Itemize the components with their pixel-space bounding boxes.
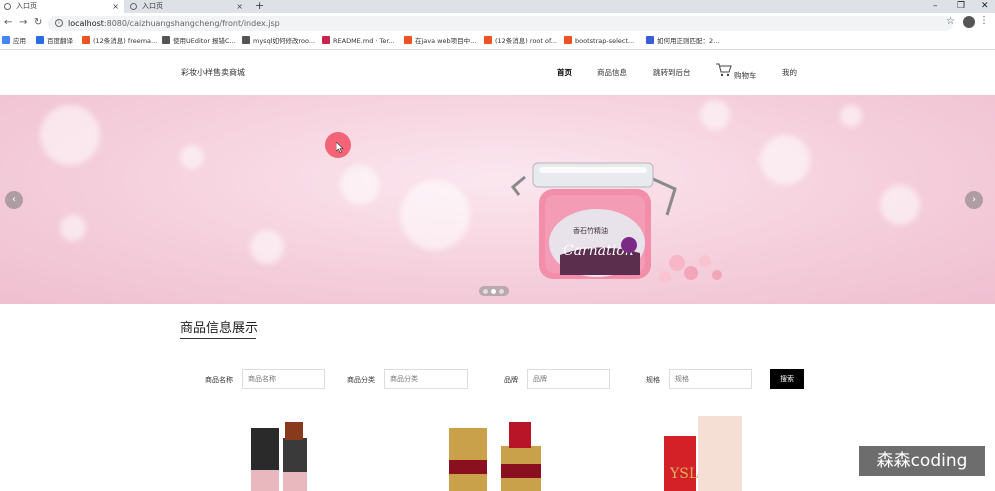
nav-cart[interactable]: 购物车	[734, 70, 757, 81]
address-bar-row: ← → ↻ i localhost:8080/caizhuangshangche…	[0, 13, 995, 33]
bookmark-favicon-icon	[82, 36, 90, 44]
product-category-input[interactable]	[384, 369, 468, 389]
browser-tab-active[interactable]: 入口页 ×	[0, 0, 124, 13]
bookmark-label: (12条消息) root of...	[495, 37, 557, 45]
product-name-input[interactable]	[242, 369, 325, 389]
mouse-pointer-icon	[336, 142, 344, 153]
url-path: :8080/caizhuangshangcheng/front/index.js…	[103, 19, 280, 28]
globe-icon	[4, 3, 11, 10]
cart-icon[interactable]	[716, 63, 732, 77]
carousel-dot[interactable]	[483, 289, 488, 294]
url-input[interactable]: i localhost:8080/caizhuangshangcheng/fro…	[48, 16, 953, 31]
site-logo[interactable]: 彩妆小样售卖商城	[181, 67, 245, 78]
bookmarks-bar: 应用 百度翻译 (12条消息) freema... 使用UEditor 报错C... m…	[0, 33, 995, 50]
carousel-next-button[interactable]: ›	[965, 191, 983, 209]
video-watermark: 森森coding	[859, 446, 985, 476]
bookmark-item[interactable]: 在java web项目中...	[404, 36, 476, 47]
brand-label: 品牌	[504, 376, 518, 384]
banner-product-text: 香石竹精油	[573, 226, 608, 235]
site-header: 彩妆小样售卖商城 首页 商品信息 跳转到后台 购物车 我的	[0, 51, 995, 95]
product-category-label: 商品分类	[347, 376, 375, 384]
product-image-lipstick-1[interactable]	[245, 410, 315, 491]
bookmark-item[interactable]: 如何用正则匹配：2...	[646, 36, 719, 47]
section-title-underline	[180, 338, 256, 339]
maximize-button[interactable]: ❐	[957, 0, 965, 12]
svg-text:YSL: YSL	[669, 466, 698, 482]
brand-input[interactable]	[527, 369, 610, 389]
product-image-lipstick-2[interactable]	[445, 410, 545, 491]
bookmark-favicon-icon	[322, 36, 330, 44]
bookmark-label: 如何用正则匹配：2...	[657, 37, 720, 45]
new-tab-button[interactable]: +	[255, 0, 264, 12]
spec-label: 规格	[646, 376, 660, 384]
browser-menu-icon[interactable]: ⋮	[979, 15, 989, 26]
carousel-prev-button[interactable]: ‹	[5, 191, 23, 209]
bookmark-favicon-icon	[646, 36, 654, 44]
bookmark-favicon-icon	[162, 36, 170, 44]
bookmark-label: 在java web项目中...	[415, 37, 477, 45]
bookmark-item[interactable]: 应用	[2, 36, 26, 47]
info-icon[interactable]: i	[55, 19, 63, 27]
bookmark-item[interactable]: (12条消息) freema...	[82, 36, 157, 47]
bookmark-favicon-icon	[2, 36, 10, 44]
close-tab-icon[interactable]: ×	[236, 0, 243, 13]
carousel-dot[interactable]	[499, 289, 504, 294]
close-window-button[interactable]: ✕	[981, 0, 989, 12]
bookmark-label: 百度翻译	[47, 37, 73, 45]
url-host: localhost	[68, 19, 104, 28]
bookmark-item[interactable]: (12条消息) root of...	[484, 36, 557, 47]
bookmark-item[interactable]: bootstrap-select...	[564, 36, 634, 47]
bookmark-label: 使用UEditor 报错C...	[173, 37, 236, 45]
bookmark-label: README.md · Ter...	[333, 37, 395, 45]
profile-avatar[interactable]	[963, 16, 975, 28]
reload-button[interactable]: ↻	[34, 16, 42, 30]
bookmark-label: mysql如何修改roo...	[253, 37, 316, 45]
spec-input[interactable]	[669, 369, 752, 389]
bookmark-item[interactable]: 使用UEditor 报错C...	[162, 36, 236, 47]
globe-icon	[130, 3, 137, 10]
bookmark-favicon-icon	[484, 36, 492, 44]
bookmark-favicon-icon	[564, 36, 572, 44]
nav-products[interactable]: 商品信息	[597, 67, 627, 78]
bookmark-favicon-icon	[36, 36, 44, 44]
product-name-label: 商品名称	[205, 376, 233, 384]
carousel-dot-active[interactable]	[491, 289, 496, 294]
browser-tab-bar: 入口页 × 入口页 × + – ❐ ✕	[0, 0, 995, 13]
bookmark-favicon-icon	[404, 36, 412, 44]
nav-admin[interactable]: 跳转到后台	[653, 67, 691, 78]
back-button[interactable]: ←	[4, 16, 12, 30]
product-image-lipstick-3[interactable]: YSL	[662, 410, 742, 491]
nav-my[interactable]: 我的	[782, 67, 797, 78]
forward-button[interactable]: →	[19, 16, 27, 30]
bookmark-item[interactable]: 百度翻译	[36, 36, 73, 47]
tab-title: 入口页	[16, 2, 37, 10]
section-title: 商品信息展示	[180, 321, 259, 336]
bookmark-favicon-icon	[242, 36, 250, 44]
banner-product-image: 香石竹精油 Carnation	[510, 162, 722, 283]
bookmark-label: 应用	[13, 37, 26, 45]
bookmark-item[interactable]: README.md · Ter...	[322, 36, 395, 47]
bookmark-star-icon[interactable]: ☆	[946, 16, 955, 27]
tab-title: 入口页	[142, 2, 163, 10]
nav-home[interactable]: 首页	[557, 67, 572, 78]
carousel-indicators	[479, 286, 509, 296]
banner-carousel[interactable]: 香石竹精油 Carnation ‹ ›	[0, 95, 995, 304]
bookmark-label: bootstrap-select...	[575, 37, 635, 45]
bookmark-item[interactable]: mysql如何修改roo...	[242, 36, 315, 47]
minimize-button[interactable]: –	[933, 0, 938, 12]
browser-tab[interactable]: 入口页 ×	[126, 0, 248, 13]
search-button[interactable]: 搜索	[770, 369, 804, 389]
close-tab-icon[interactable]: ×	[112, 0, 119, 13]
bookmark-label: (12条消息) freema...	[93, 37, 158, 45]
